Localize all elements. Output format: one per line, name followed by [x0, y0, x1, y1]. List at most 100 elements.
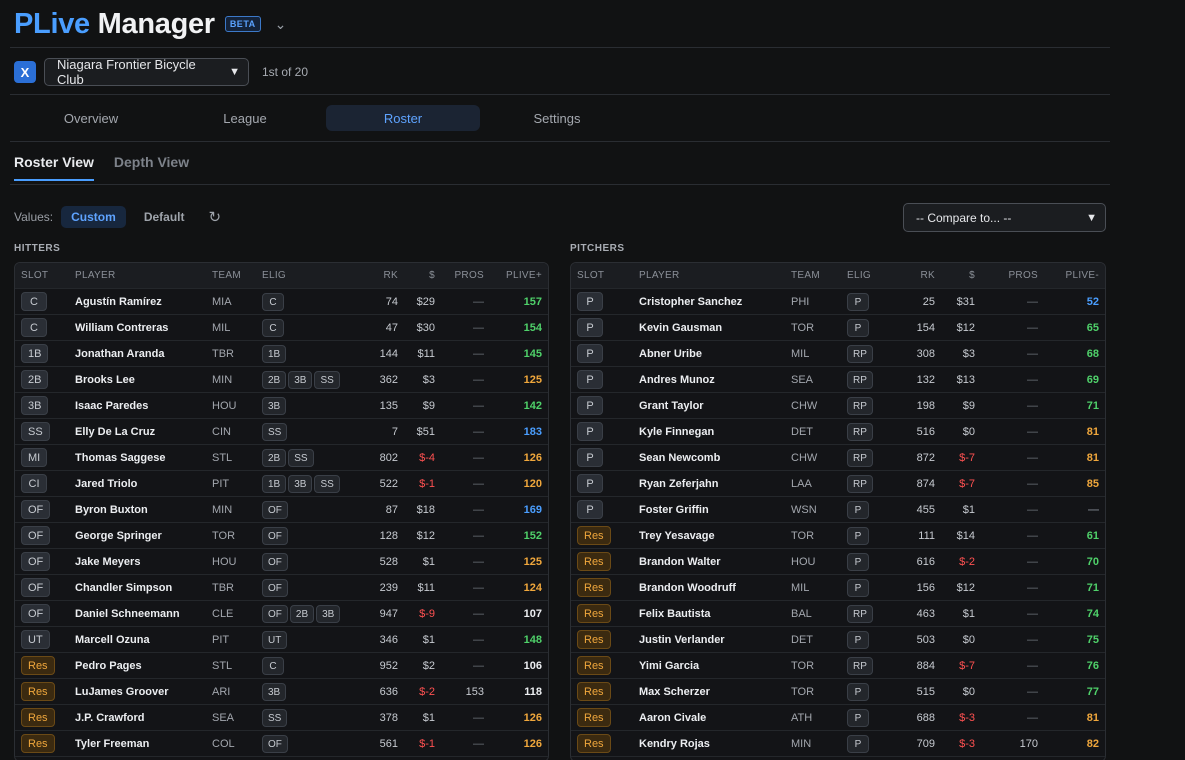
table-row[interactable]: SS Elly De La Cruz CIN SS 7 $51 — 183 — [15, 419, 548, 445]
table-row[interactable]: CI Jared Triolo PIT 1B 3B SS 522 $-1 — 120 — [15, 471, 548, 497]
slot-badge[interactable]: P — [577, 474, 603, 493]
slot-badge[interactable]: Res — [577, 552, 611, 571]
tab-depth-view[interactable]: Depth View — [114, 154, 189, 181]
col-rank-header[interactable]: RK — [384, 263, 399, 289]
slot-badge[interactable]: Res — [21, 682, 55, 701]
player-name[interactable]: Agustín Ramírez — [75, 289, 162, 315]
table-row[interactable]: OF Daniel Schneemann CLE OF 2B 3B 947 $-9—107 — [15, 601, 548, 627]
slot-badge[interactable]: C — [21, 318, 47, 337]
slot-badge[interactable]: Res — [577, 578, 611, 597]
table-row[interactable]: P Abner Uribe MIL RP 308 $3 — 68 — [571, 341, 1105, 367]
col-player-header[interactable]: PLAYER — [639, 263, 680, 289]
table-row[interactable]: P Grant Taylor CHW RP 198 $9 — 71 — [571, 393, 1105, 419]
player-name[interactable]: Cristopher Sanchez — [639, 289, 742, 315]
player-name[interactable]: Jake Meyers — [75, 549, 140, 575]
table-row[interactable]: OF George Springer TOR OF 128 $12 — 152 — [15, 523, 548, 549]
col-elig-header[interactable]: ELIG — [847, 263, 871, 289]
chevron-down-icon[interactable]: ⌄ — [275, 16, 287, 33]
table-row[interactable]: P Foster Griffin WSN P 455 $1 — — — [571, 497, 1105, 523]
table-row[interactable]: Res Brandon Walter HOU P 616 $-2 — 70 — [571, 549, 1105, 575]
col-team-header[interactable]: TEAM — [791, 263, 820, 289]
col-pros-header[interactable]: PROS — [1008, 263, 1038, 289]
col-slot-header[interactable]: SLOT — [577, 263, 604, 289]
table-row[interactable]: 2B Brooks Lee MIN 2B 3B SS 362 $3—125 — [15, 367, 548, 393]
player-name[interactable]: Tyler Freeman — [75, 731, 149, 757]
player-name[interactable]: Trey Yesavage — [639, 523, 715, 549]
slot-badge[interactable]: 2B — [21, 370, 49, 389]
table-row[interactable]: UT Marcell Ozuna PIT UT 346 $1 — 148 — [15, 627, 548, 653]
slot-badge[interactable]: Res — [577, 526, 611, 545]
player-name[interactable]: Kyle Finnegan — [639, 419, 714, 445]
table-row[interactable]: Res Felix Bautista BAL RP 463 $1 — 74 — [571, 601, 1105, 627]
slot-badge[interactable]: P — [577, 344, 603, 363]
slot-badge[interactable]: P — [577, 500, 603, 519]
tab-roster[interactable]: Roster — [326, 105, 480, 131]
player-name[interactable]: Kevin Gausman — [639, 315, 722, 341]
slot-badge[interactable]: OF — [21, 552, 51, 571]
player-name[interactable]: Elly De La Cruz — [75, 419, 155, 445]
player-name[interactable]: Byron Buxton — [75, 497, 148, 523]
table-row[interactable]: Res Yimi Garcia TOR RP 884 $-7 — 76 — [571, 653, 1105, 679]
table-row[interactable]: C William Contreras MIL C 47 $30 — 154 — [15, 315, 548, 341]
player-name[interactable]: LuJames Groover — [75, 679, 169, 705]
refresh-icon[interactable]: ↻ — [208, 208, 221, 226]
table-row[interactable]: OF Chandler Simpson TBR OF 239 $11 — 124 — [15, 575, 548, 601]
table-row[interactable]: Res Trey Yesavage TOR P 111 $14 — 61 — [571, 523, 1105, 549]
table-row[interactable]: OF Jake Meyers HOU OF 528 $1 — 125 — [15, 549, 548, 575]
player-name[interactable]: Brandon Woodruff — [639, 575, 736, 601]
player-name[interactable]: Thomas Saggese — [75, 445, 165, 471]
table-row[interactable]: Res Max Scherzer TOR P 515 $0 — 77 — [571, 679, 1105, 705]
player-name[interactable]: George Springer — [75, 523, 162, 549]
table-row[interactable]: Res LuJames Groover ARI 3B 636 $-2 153 118 — [15, 679, 548, 705]
player-name[interactable]: Pedro Pages — [75, 653, 142, 679]
tab-settings[interactable]: Settings — [480, 105, 634, 131]
player-name[interactable]: Isaac Paredes — [75, 393, 148, 419]
col-team-header[interactable]: TEAM — [212, 263, 241, 289]
slot-badge[interactable]: 3B — [21, 396, 49, 415]
table-row[interactable]: Res Tyler Freeman COL OF 561 $-1 — 126 — [15, 731, 548, 757]
table-row[interactable]: P Cristopher Sanchez PHI P 25 $31 — 52 — [571, 289, 1105, 315]
player-name[interactable]: Daniel Schneemann — [75, 601, 180, 627]
player-name[interactable]: William Contreras — [75, 315, 168, 341]
table-row[interactable]: P Kevin Gausman TOR P 154 $12 — 65 — [571, 315, 1105, 341]
slot-badge[interactable]: P — [577, 370, 603, 389]
slot-badge[interactable]: OF — [21, 604, 51, 623]
slot-badge[interactable]: Res — [21, 656, 55, 675]
slot-badge[interactable]: CI — [21, 474, 47, 493]
tab-league[interactable]: League — [168, 105, 322, 131]
player-name[interactable]: Sean Newcomb — [639, 445, 720, 471]
slot-badge[interactable]: SS — [21, 422, 50, 441]
col-plive-header[interactable]: PLIVE- — [1066, 263, 1099, 289]
player-name[interactable]: Brooks Lee — [75, 367, 135, 393]
player-name[interactable]: Aaron Civale — [639, 705, 706, 731]
slot-badge[interactable]: C — [21, 292, 47, 311]
col-player-header[interactable]: PLAYER — [75, 263, 116, 289]
slot-badge[interactable]: P — [577, 448, 603, 467]
values-default-button[interactable]: Default — [134, 206, 195, 228]
tab-overview[interactable]: Overview — [14, 105, 168, 131]
slot-badge[interactable]: Res — [21, 708, 55, 727]
player-name[interactable]: Justin Verlander — [639, 627, 725, 653]
col-elig-header[interactable]: ELIG — [262, 263, 286, 289]
player-name[interactable]: Kendry Rojas — [639, 731, 710, 757]
player-name[interactable]: Chandler Simpson — [75, 575, 172, 601]
table-row[interactable]: Res Aaron Civale ATH P 688 $-3 — 81 — [571, 705, 1105, 731]
player-name[interactable]: Felix Bautista — [639, 601, 711, 627]
table-row[interactable]: Res Brandon Woodruff MIL P 156 $12 — 71 — [571, 575, 1105, 601]
slot-badge[interactable]: P — [577, 318, 603, 337]
player-name[interactable]: Marcell Ozuna — [75, 627, 150, 653]
player-name[interactable]: Jared Triolo — [75, 471, 137, 497]
col-price-header[interactable]: $ — [429, 263, 435, 289]
slot-badge[interactable]: Res — [577, 734, 611, 753]
table-row[interactable]: Res Kendry Rojas MIN P 709 $-3 170 82 — [571, 731, 1105, 757]
slot-badge[interactable]: P — [577, 396, 603, 415]
col-rank-header[interactable]: RK — [921, 263, 936, 289]
player-name[interactable]: Jonathan Aranda — [75, 341, 164, 367]
tab-roster-view[interactable]: Roster View — [14, 154, 94, 181]
player-name[interactable]: Foster Griffin — [639, 497, 709, 523]
col-price-header[interactable]: $ — [969, 263, 975, 289]
slot-badge[interactable]: Res — [577, 604, 611, 623]
player-name[interactable]: Andres Munoz — [639, 367, 715, 393]
player-name[interactable]: Abner Uribe — [639, 341, 702, 367]
slot-badge[interactable]: Res — [577, 656, 611, 675]
